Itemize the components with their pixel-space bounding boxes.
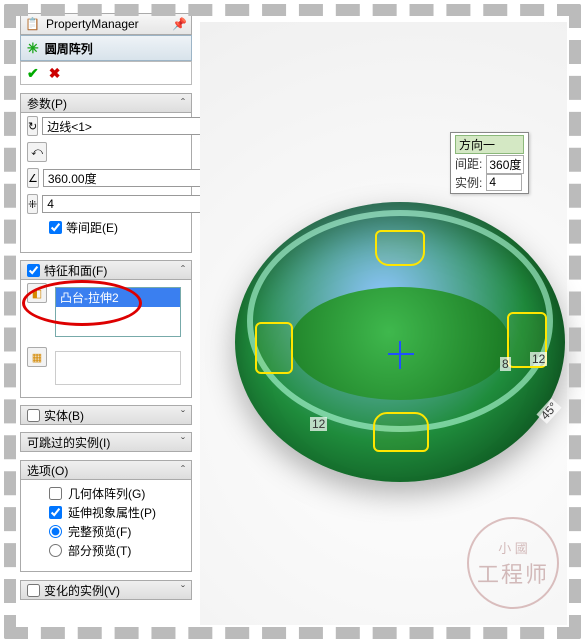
propagate-visual-label: 延伸视象属性(P): [68, 504, 156, 521]
partial-preview-radio[interactable]: [49, 544, 62, 557]
axis-selector-icon[interactable]: ↻: [27, 116, 38, 136]
full-preview-label: 完整预览(F): [68, 523, 131, 540]
faces-listbox[interactable]: [55, 351, 181, 385]
ok-button[interactable]: ✔: [27, 65, 39, 82]
section-header-features[interactable]: 特征和面(F) ˆ: [20, 260, 192, 280]
direction-callout[interactable]: 方向一 间距:360度 实例:4: [450, 132, 529, 194]
section-header-skip[interactable]: 可跳过的实例(I) ˇ: [20, 432, 192, 452]
features-enable-checkbox[interactable]: [27, 264, 40, 277]
chevron-down-icon: ˇ: [181, 408, 185, 422]
full-preview-radio[interactable]: [49, 525, 62, 538]
section-title-options: 选项(O): [27, 462, 68, 479]
reverse-direction-icon[interactable]: ⤺: [27, 142, 47, 162]
pm-icon: 📋: [25, 17, 40, 31]
varied-enable-checkbox[interactable]: [27, 584, 40, 597]
cancel-button[interactable]: ✖: [49, 65, 61, 82]
pin-icon[interactable]: 📌: [172, 17, 187, 31]
section-title-features: 特征和面(F): [44, 262, 107, 279]
section-header-bodies[interactable]: 实体(B) ˇ: [20, 405, 192, 425]
axis-input[interactable]: [42, 117, 207, 135]
section-title-parameters: 参数(P): [27, 95, 67, 112]
triad-icon[interactable]: [385, 341, 415, 371]
section-body-features: ◧ 凸台-拉伸2 ▦: [20, 280, 192, 398]
equal-spacing-label: 等间距(E): [66, 219, 118, 236]
watermark-line2: 工程师: [477, 557, 549, 589]
watermark: 小 國 工程师: [467, 517, 559, 609]
property-manager-header: 📋 PropertyManager 📌: [20, 13, 192, 35]
watermark-line1: 小 國: [498, 538, 528, 557]
section-header-parameters[interactable]: 参数(P) ˆ: [20, 93, 192, 113]
section-header-varied[interactable]: 变化的实例(V) ˇ: [20, 580, 192, 600]
dimension-12b: 12: [530, 352, 547, 366]
angle-input[interactable]: [43, 169, 208, 187]
chevron-up-icon: ˆ: [181, 96, 185, 110]
section-body-options: 几何体阵列(G) 延伸视象属性(P) 完整预览(F) 部分预览(T): [20, 480, 192, 572]
dimension-8: 8: [500, 357, 511, 371]
chevron-up-icon: ˆ: [181, 463, 185, 477]
instances-icon: ⁜: [27, 194, 38, 214]
section-title-bodies: 实体(B): [44, 407, 84, 424]
partial-preview-label: 部分预览(T): [68, 542, 131, 559]
equal-spacing-checkbox[interactable]: [49, 221, 62, 234]
section-title-skip: 可跳过的实例(I): [27, 434, 110, 451]
pattern-instance-bottom: [373, 412, 429, 452]
callout-title: 方向一: [455, 135, 524, 154]
chevron-down-icon: ˇ: [181, 583, 185, 597]
section-title-varied: 变化的实例(V): [44, 582, 120, 599]
section-header-options[interactable]: 选项(O) ˆ: [20, 460, 192, 480]
callout-instances-label: 实例:: [455, 174, 482, 191]
feature-list-icon: ◧: [27, 283, 47, 303]
faces-list-icon: ▦: [27, 347, 47, 367]
callout-instances-value[interactable]: 4: [486, 174, 522, 191]
geometry-pattern-label: 几何体阵列(G): [68, 485, 145, 502]
pattern-instance-top: [375, 230, 425, 266]
feature-title-bar: ✳ 圆周阵列: [20, 35, 192, 61]
feature-item-selected[interactable]: 凸台-拉伸2: [56, 288, 180, 307]
chevron-down-icon: ˇ: [181, 435, 185, 449]
pattern-instance-left: [255, 322, 293, 374]
circular-pattern-icon: ✳: [27, 40, 39, 57]
callout-spacing-label: 间距:: [455, 155, 482, 174]
features-listbox[interactable]: 凸台-拉伸2: [55, 287, 181, 337]
model-bowl: [235, 202, 565, 482]
ok-cancel-bar: ✔ ✖: [20, 61, 192, 85]
callout-spacing-value[interactable]: 360度: [486, 155, 524, 174]
instances-input[interactable]: [42, 195, 207, 213]
bodies-enable-checkbox[interactable]: [27, 409, 40, 422]
feature-name: 圆周阵列: [45, 40, 93, 57]
section-body-parameters: ↻ ⤺ ∠ ▴▾ ⁜ ▴▾ 等间距(E): [20, 113, 192, 253]
geometry-pattern-checkbox[interactable]: [49, 487, 62, 500]
dimension-12a: 12: [310, 417, 327, 431]
propagate-visual-checkbox[interactable]: [49, 506, 62, 519]
angle-icon: ∠: [27, 168, 39, 188]
pm-title: PropertyManager: [46, 17, 139, 31]
chevron-up-icon: ˆ: [181, 263, 185, 277]
